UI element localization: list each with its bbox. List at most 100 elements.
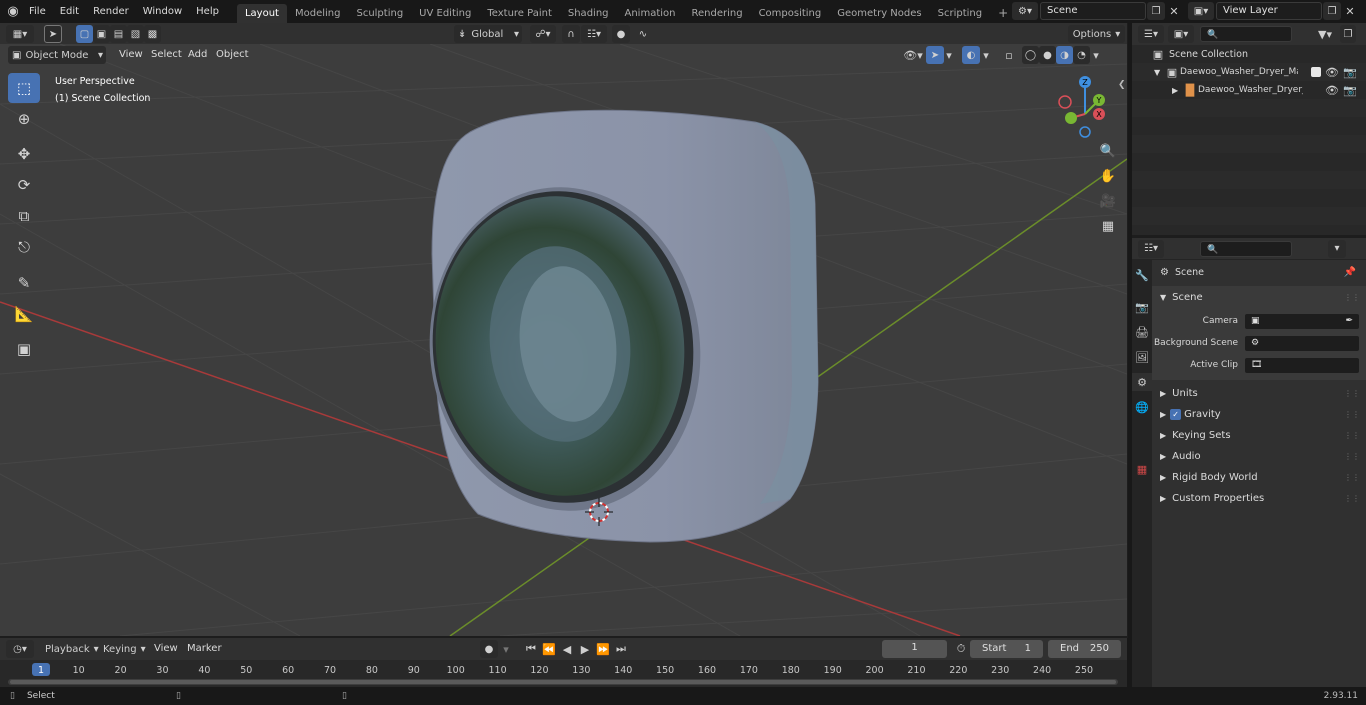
falloff-icon[interactable]: ∿ (631, 25, 655, 43)
select-new-icon[interactable]: ▢ (76, 25, 93, 43)
visibility-icon[interactable]: 👁▾ (900, 46, 926, 64)
orientation-dropdown[interactable]: ↡ Global ▾ (454, 25, 522, 43)
select-subtract-icon[interactable]: ▤ (110, 25, 127, 43)
camera-field[interactable]: ▣ ✒ (1244, 312, 1360, 330)
scene-tab-icon[interactable]: ⚙ (1132, 373, 1152, 391)
rendered-shading-icon[interactable]: ◔ (1073, 46, 1090, 64)
outliner-row-collection[interactable]: ▼ ▣ Daewoo_Washer_Dryer_Mach 👁 📷 (1132, 63, 1366, 81)
tab-layout[interactable]: Layout (236, 4, 287, 23)
tab-texture-paint[interactable]: Texture Paint (479, 4, 560, 23)
stopwatch-icon[interactable]: ⏱ (952, 640, 970, 658)
expand-arrow-icon[interactable]: ▼ (1154, 68, 1164, 77)
gizmo-neg-z-axis[interactable] (1079, 126, 1091, 138)
tab-compositing[interactable]: Compositing (751, 4, 830, 23)
transform-tool-icon[interactable]: ⎋ (8, 232, 40, 262)
wireframe-shading-icon[interactable]: ◯ (1022, 46, 1039, 64)
texture-tab-icon[interactable]: ▦ (1133, 460, 1151, 478)
timeline-editor-type-icon[interactable]: ◷▾ (6, 640, 34, 658)
select-intersect-icon[interactable]: ▩ (144, 25, 161, 43)
drag-handle-icon[interactable]: ⋮⋮ (1344, 494, 1360, 503)
scale-tool-icon[interactable]: ⧉ (8, 201, 40, 231)
measure-tool-icon[interactable]: 📐 (8, 299, 40, 329)
custom-properties-panel-header[interactable]: ▶ Custom Properties ⋮⋮ (1152, 488, 1366, 509)
audio-panel-header[interactable]: ▶ Audio ⋮⋮ (1152, 446, 1366, 467)
menu-object[interactable]: Object (209, 45, 256, 65)
chevron-down-icon[interactable]: ▾ (500, 640, 512, 658)
view-layer-tab-icon[interactable]: 🖼 (1133, 348, 1151, 366)
overlay-toggle-icon[interactable]: ◐ (962, 46, 980, 64)
tab-geometry-nodes[interactable]: Geometry Nodes (829, 4, 929, 23)
render-tab-icon[interactable]: 📷 (1133, 298, 1151, 316)
keying-sets-panel-header[interactable]: ▶ Keying Sets ⋮⋮ (1152, 425, 1366, 446)
rotate-tool-icon[interactable]: ⟳ (8, 170, 40, 200)
add-cube-tool-icon[interactable]: ▣ (8, 334, 40, 364)
expand-arrow-icon[interactable]: ▶ (1172, 86, 1182, 95)
rigid-body-world-panel-header[interactable]: ▶ Rigid Body World ⋮⋮ (1152, 467, 1366, 488)
scene-name-field[interactable]: Scene (1040, 2, 1146, 20)
snap-target-icon[interactable]: ☷▾ (581, 25, 607, 43)
world-tab-icon[interactable]: 🌐 (1133, 398, 1151, 416)
current-frame-field[interactable]: 1 (882, 640, 947, 658)
gravity-checkbox[interactable]: ✓ (1170, 409, 1182, 420)
scene-icon[interactable]: ⚙▾ (1012, 2, 1038, 20)
tab-animation[interactable]: Animation (617, 4, 684, 23)
gizmo-neg-x-axis[interactable] (1058, 95, 1072, 109)
menu-edit[interactable]: Edit (53, 2, 86, 22)
view-layer-field[interactable]: View Layer (1216, 2, 1322, 20)
solid-shading-icon[interactable]: ● (1039, 46, 1056, 64)
tab-rendering[interactable]: Rendering (683, 4, 750, 23)
camera-view-icon[interactable]: 🎥 (1096, 189, 1120, 213)
select-invert-icon[interactable]: ▧ (127, 25, 144, 43)
drag-handle-icon[interactable]: ⋮⋮ (1344, 431, 1360, 440)
drag-handle-icon[interactable]: ⋮⋮ (1344, 410, 1360, 419)
start-frame-field[interactable]: Start 1 (970, 640, 1043, 658)
background-scene-field[interactable]: ⚙ (1244, 334, 1360, 352)
tab-scripting[interactable]: Scripting (930, 4, 990, 23)
proportional-edit-icon[interactable]: ● (612, 25, 630, 43)
outliner-search-input[interactable]: 🔍 (1200, 26, 1292, 42)
eye-icon[interactable]: 👁 (1323, 63, 1341, 81)
timeline-scroll-thumb[interactable] (10, 680, 1116, 684)
keying-menu[interactable]: Keying ▾ (98, 640, 146, 658)
drag-handle-icon[interactable]: ⋮⋮ (1344, 452, 1360, 461)
playback-menu[interactable]: Playback ▾ (40, 640, 99, 658)
gizmo-toggle-icon[interactable]: ➤ (926, 46, 944, 64)
chevron-down-icon[interactable]: ▾ (980, 46, 992, 64)
drag-handle-icon[interactable]: ⋮⋮ (1344, 473, 1360, 482)
chevron-down-icon[interactable]: ▾ (944, 46, 954, 64)
viewport-scene[interactable]: Z Y X (0, 44, 1127, 636)
jump-start-icon[interactable]: ⏮ (522, 640, 540, 658)
material-shading-icon[interactable]: ◑ (1056, 46, 1073, 64)
annotate-tool-icon[interactable]: ✎ (8, 268, 40, 298)
properties-editor-type-icon[interactable]: ☷▾ (1138, 239, 1164, 258)
drag-handle-icon[interactable]: ⋮⋮ (1344, 389, 1360, 398)
scene-panel-header[interactable]: ▼ Scene ⋮⋮ (1152, 286, 1366, 308)
display-mode-icon[interactable]: ▣▾ (1168, 25, 1194, 43)
new-scene-icon[interactable]: ❐ (1147, 2, 1165, 20)
eyedropper-icon[interactable]: ✒ (1345, 313, 1353, 329)
menu-render[interactable]: Render (86, 2, 136, 22)
end-frame-field[interactable]: End 250 (1048, 640, 1121, 658)
play-icon[interactable]: ▶ (576, 640, 594, 658)
camera-render-icon[interactable]: 📷 (1341, 81, 1359, 99)
menu-window[interactable]: Window (136, 2, 189, 22)
filter-icon[interactable]: ▼▾ (1312, 25, 1338, 43)
select-tool-icon[interactable]: ➤ (44, 25, 62, 43)
options-dropdown[interactable]: Options ▾ (1068, 25, 1125, 43)
jump-keyframe-back-icon[interactable]: ⏪ (540, 640, 558, 658)
object-mode-dropdown[interactable]: ▣ Object Mode ▾ (8, 46, 106, 64)
new-collection-icon[interactable]: ❐ (1340, 25, 1356, 43)
properties-options-icon[interactable]: ▾ (1328, 239, 1346, 258)
chevron-down-icon[interactable]: ▾ (1090, 46, 1102, 64)
outliner-row-scene-collection[interactable]: ▣ Scene Collection (1132, 45, 1366, 63)
transform-orientation[interactable]: ↡ Global ▾ (454, 25, 522, 43)
camera-render-icon[interactable]: 📷 (1341, 63, 1359, 81)
outliner-editor-type-icon[interactable]: ☰▾ (1138, 25, 1164, 43)
tab-modeling[interactable]: Modeling (287, 4, 349, 23)
editor-type-icon[interactable]: ▦▾ (6, 25, 34, 43)
include-checkbox[interactable] (1311, 67, 1321, 77)
units-panel-header[interactable]: ▶ Units ⋮⋮ (1152, 383, 1366, 404)
sidebar-toggle-icon[interactable]: ❮ (1118, 80, 1126, 90)
output-tab-icon[interactable]: 🖨 (1133, 323, 1151, 341)
frame-ruler[interactable]: 1 10 20 30 40 50 60 70 80 90 100 110 120 130 140 150 160… (0, 660, 1127, 687)
